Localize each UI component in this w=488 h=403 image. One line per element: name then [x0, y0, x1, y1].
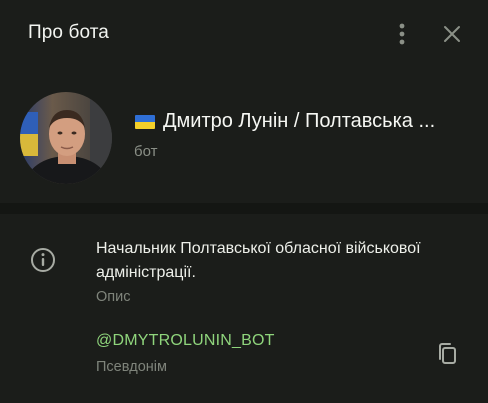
info-icon [29, 246, 57, 274]
ukraine-flag-icon [135, 114, 155, 129]
avatar[interactable] [20, 92, 112, 184]
close-icon [444, 26, 460, 42]
bot-status: бот [134, 143, 158, 160]
bot-name: Дмитро Лунін / Полтавська ... [163, 110, 436, 132]
dialog-header: Про бота [0, 0, 488, 68]
more-vertical-icon [399, 23, 405, 45]
description-label: Опис [96, 289, 131, 305]
bot-description[interactable]: Начальник Полтавської обласної військово… [96, 237, 466, 285]
username-label: Псевдонім [96, 359, 167, 375]
bot-profile: Дмитро Лунін / Полтавська ... бот [0, 80, 488, 200]
close-button[interactable] [438, 20, 466, 48]
copy-icon [439, 343, 456, 364]
bot-username[interactable]: @DMYTROLUNIN_BOT [96, 332, 275, 350]
copy-username-button[interactable] [433, 340, 461, 368]
dialog-title: Про бота [28, 22, 109, 43]
section-divider [0, 203, 488, 214]
bot-name-row: Дмитро Лунін / Полтавська ... [135, 110, 475, 133]
more-menu-button[interactable] [388, 20, 416, 48]
